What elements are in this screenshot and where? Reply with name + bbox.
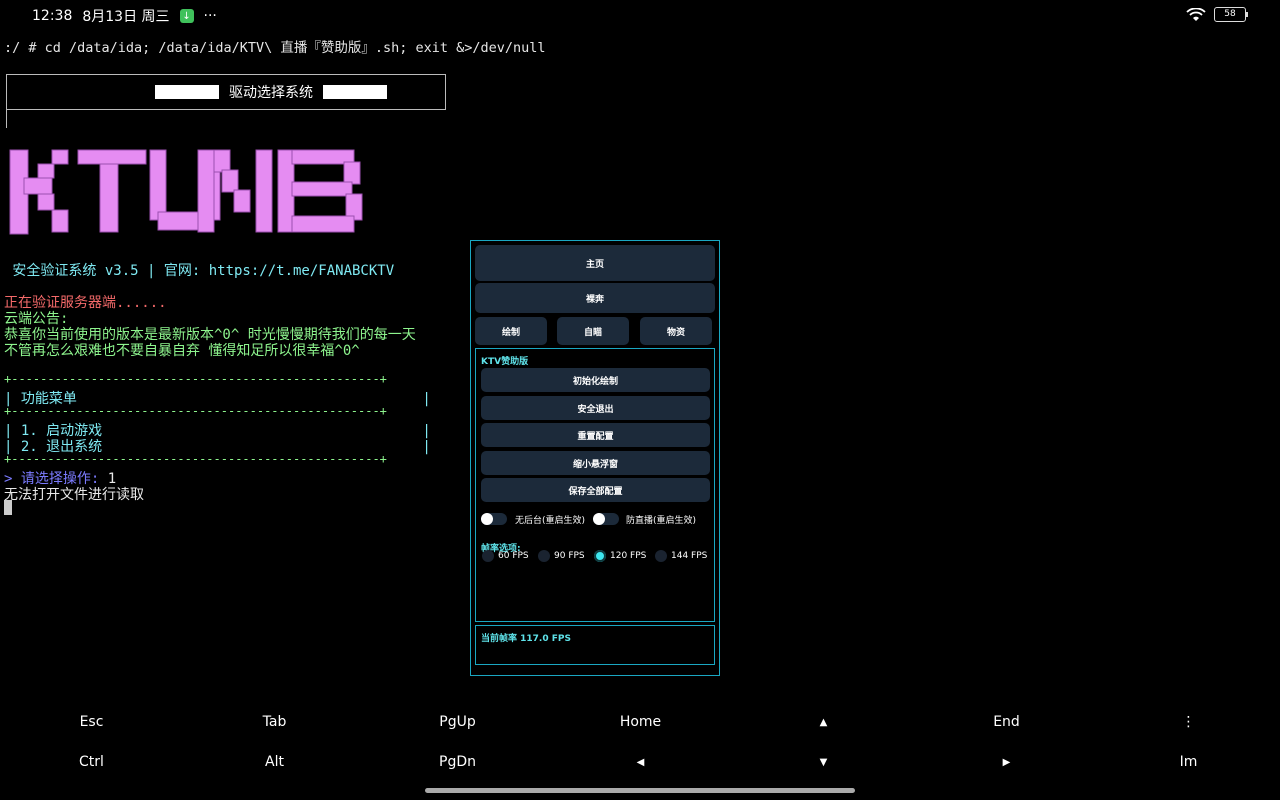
fps-60-label: 60 FPS <box>498 551 529 561</box>
box-title-text: 驱动选择系统 <box>229 85 313 101</box>
key-ctrl[interactable]: Ctrl <box>0 742 183 782</box>
reset-config-button[interactable]: 重置配置 <box>481 423 710 447</box>
shrink-window-button[interactable]: 缩小悬浮窗 <box>481 451 710 475</box>
status-bar: 12:38 8月13日 周三 ↓ ··· 58 <box>0 0 1280 30</box>
wifi-icon <box>1186 7 1206 21</box>
no-background-label: 无后台(重启生效) <box>515 516 586 526</box>
key-home[interactable]: Home <box>549 702 732 742</box>
ktunb-logo <box>9 149 363 235</box>
status-left: 12:38 8月13日 周三 ↓ ··· <box>32 6 217 26</box>
tab-aim[interactable]: 自瞄 <box>557 317 629 345</box>
tab-raw[interactable]: 裸奔 <box>475 283 715 313</box>
error-line: 无法打开文件进行读取 <box>4 487 144 503</box>
box-title: 驱动选择系统 <box>155 82 387 102</box>
key-end[interactable]: End <box>915 702 1098 742</box>
anti-live-label: 防直播(重启生效) <box>626 516 697 526</box>
no-background-toggle[interactable] <box>481 513 507 525</box>
safe-exit-button[interactable]: 安全退出 <box>481 396 710 420</box>
init-draw-button[interactable]: 初始化绘制 <box>481 368 710 392</box>
fps-120-label: 120 FPS <box>610 551 647 561</box>
terminal-cursor <box>4 500 12 515</box>
arrow-down-key[interactable]: ▼ <box>732 742 915 782</box>
key-tab[interactable]: Tab <box>183 702 366 742</box>
status-right: 58 <box>1186 7 1248 22</box>
extra-keys-bar: Esc Tab PgUp Home ▲ End ⋮ Ctrl Alt PgDn … <box>0 702 1280 782</box>
tab-home[interactable]: 主页 <box>475 245 715 281</box>
anti-live-toggle[interactable] <box>593 513 619 525</box>
fps-120-radio[interactable] <box>594 550 606 562</box>
more-keys-icon[interactable]: ⋮ <box>1097 702 1280 742</box>
menu-separator-mid: +---------------------------------------… <box>4 404 387 418</box>
key-im[interactable]: Im <box>1097 742 1280 782</box>
battery-icon: 58 <box>1214 7 1248 22</box>
key-pgup[interactable]: PgUp <box>366 702 549 742</box>
key-esc[interactable]: Esc <box>0 702 183 742</box>
fps-60-radio[interactable] <box>482 550 494 562</box>
menu-separator-top: +---------------------------------------… <box>4 372 387 386</box>
menu-separator-bottom: +---------------------------------------… <box>4 452 387 466</box>
arrow-right-key[interactable]: ▶ <box>915 742 1098 782</box>
key-pgdn[interactable]: PgDn <box>366 742 549 782</box>
status-more: ··· <box>203 8 217 24</box>
fps-144-label: 144 FPS <box>671 551 708 561</box>
save-all-button[interactable]: 保存全部配置 <box>481 478 710 502</box>
version-line: 安全验证系统 v3.5 | 官网: https://t.me/FANABCKTV <box>4 263 395 279</box>
home-indicator[interactable] <box>425 788 855 793</box>
status-time: 12:38 <box>32 8 73 24</box>
fps-90-radio[interactable] <box>538 550 550 562</box>
fps-status-section: 当前帧率 117.0 FPS <box>475 625 715 665</box>
section-title: KTV赞助版 <box>481 357 529 367</box>
tab-items[interactable]: 物资 <box>640 317 712 345</box>
status-date: 8月13日 周三 <box>82 9 170 25</box>
download-icon: ↓ <box>179 9 194 23</box>
key-alt[interactable]: Alt <box>183 742 366 782</box>
command-line: :/ # cd /data/ida; /data/ida/KTV\ 直播『赞助版… <box>4 40 546 56</box>
floating-menu-panel: 主页 裸奔 绘制 自瞄 物资 KTV赞助版 初始化绘制 安全退出 重置配置 缩小… <box>470 240 720 676</box>
arrow-up-key[interactable]: ▲ <box>732 702 915 742</box>
fps-144-radio[interactable] <box>655 550 667 562</box>
announce-line-2: 不管再怎么艰难也不要自暴自弃 懂得知足所以很幸福^0^ <box>4 343 360 359</box>
fps-90-label: 90 FPS <box>554 551 585 561</box>
current-fps: 当前帧率 117.0 FPS <box>481 634 571 644</box>
arrow-left-key[interactable]: ◀ <box>549 742 732 782</box>
settings-section: KTV赞助版 初始化绘制 安全退出 重置配置 缩小悬浮窗 保存全部配置 无后台(… <box>475 348 715 622</box>
tab-draw[interactable]: 绘制 <box>475 317 547 345</box>
